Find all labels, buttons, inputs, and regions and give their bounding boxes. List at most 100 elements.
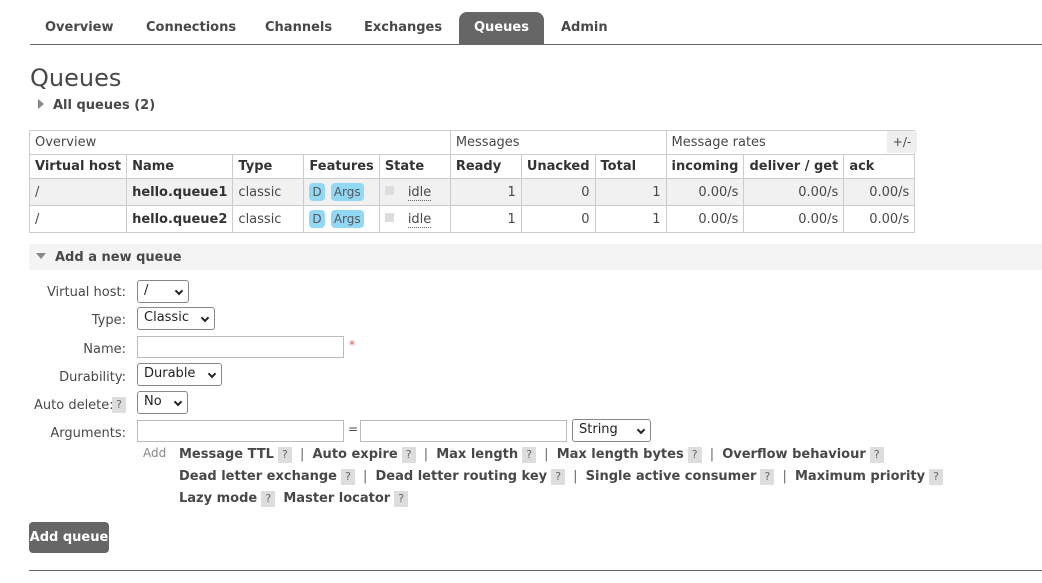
cell-deliver-get: 0.00/s [743, 178, 845, 206]
cell-total: 1 [594, 178, 667, 206]
cell-unacked: 0 [520, 178, 596, 206]
table-row: / hello.queue1 classic D Args idle 1 0 1… [28, 178, 916, 206]
separator: | [709, 447, 715, 462]
tab-connections[interactable]: Connections [131, 12, 251, 44]
col-ack[interactable]: ack [843, 154, 916, 179]
expand-arrow-icon [38, 99, 44, 109]
chevron-down-icon [173, 397, 183, 407]
col-incoming[interactable]: incoming [665, 154, 745, 179]
tab-overview[interactable]: Overview [30, 12, 129, 44]
add-queue-section-header[interactable]: Add a new queue [29, 244, 1042, 270]
argument-key-input[interactable] [137, 420, 344, 442]
footer-divider [29, 570, 1042, 571]
arg-auto-expire-link[interactable]: Auto expire [313, 447, 398, 462]
arg-dead-letter-exchange-link[interactable]: Dead letter exchange [179, 469, 337, 484]
queue-name-link[interactable]: hello.queue1 [132, 185, 227, 200]
col-ready[interactable]: Ready [449, 154, 522, 179]
name-input[interactable] [137, 336, 344, 358]
state-label: idle [407, 211, 432, 228]
argument-value-input[interactable] [360, 420, 567, 442]
help-icon[interactable]: ? [340, 469, 355, 485]
col-state[interactable]: State [378, 154, 451, 179]
argument-shortcuts-line-3: Lazy mode? Master locator? [179, 491, 412, 507]
cell-name[interactable]: hello.queue2 [126, 205, 234, 233]
argument-type-select[interactable]: String [572, 419, 651, 442]
arg-master-locator-link[interactable]: Master locator [283, 491, 390, 506]
arg-max-length-bytes-link[interactable]: Max length bytes [557, 447, 684, 462]
tab-exchanges[interactable]: Exchanges [349, 12, 457, 44]
help-icon[interactable]: ? [929, 469, 944, 485]
help-icon[interactable]: ? [261, 491, 276, 507]
vhost-select[interactable]: / [137, 280, 189, 303]
arguments-label: Arguments: [50, 426, 126, 441]
col-features[interactable]: Features [303, 154, 380, 179]
cell-state: idle [378, 178, 451, 206]
col-name[interactable]: Name [126, 154, 234, 179]
type-select[interactable]: Classic [137, 307, 215, 330]
chevron-down-icon [636, 425, 646, 435]
state-indicator-icon [384, 212, 394, 222]
queues-table: Overview Messages Message rates Virtual … [28, 130, 916, 233]
cell-features: D Args [303, 178, 380, 206]
cell-ack: 0.00/s [843, 205, 916, 233]
auto-delete-label: Auto delete: [34, 398, 114, 413]
durability-select[interactable]: Durable [137, 363, 222, 386]
help-icon[interactable]: ? [401, 447, 416, 463]
queue-name-link[interactable]: hello.queue2 [132, 212, 227, 227]
main-nav: Overview Connections Channels Exchanges … [30, 12, 1042, 45]
argument-type-select-value: String [579, 422, 618, 437]
col-total[interactable]: Total [594, 154, 667, 179]
help-icon[interactable]: ? [869, 447, 884, 463]
add-queue-button[interactable]: Add queue [29, 522, 109, 553]
durability-select-value: Durable [144, 366, 196, 381]
add-argument-label: Add [143, 446, 167, 460]
group-header-message-rates: Message rates [665, 130, 916, 155]
arg-message-ttl-link[interactable]: Message TTL [179, 447, 274, 462]
help-icon[interactable]: ? [522, 447, 537, 463]
arg-lazy-mode-link[interactable]: Lazy mode [179, 491, 257, 506]
all-queues-label: All queues (2) [53, 98, 156, 113]
tab-channels[interactable]: Channels [250, 12, 347, 44]
durability-label: Durability: [59, 370, 126, 385]
cell-ready: 1 [449, 205, 522, 233]
help-icon[interactable]: ? [277, 447, 292, 463]
arg-overflow-behaviour-link[interactable]: Overflow behaviour [722, 447, 866, 462]
col-type[interactable]: Type [232, 154, 305, 179]
arg-single-active-consumer-link[interactable]: Single active consumer [586, 469, 757, 484]
separator: | [544, 447, 549, 462]
help-icon[interactable]: ? [760, 469, 775, 485]
auto-delete-select[interactable]: No [137, 391, 188, 414]
type-select-value: Classic [144, 310, 189, 325]
required-marker: * [349, 338, 355, 352]
col-unacked[interactable]: Unacked [520, 154, 596, 179]
separator: | [299, 447, 305, 462]
type-label: Type: [91, 313, 126, 328]
arg-max-length-link[interactable]: Max length [436, 447, 518, 462]
arg-dead-letter-routing-key-link[interactable]: Dead letter routing key [376, 469, 548, 484]
table-row: / hello.queue2 classic D Args idle 1 0 1… [28, 205, 916, 233]
column-toggle-button[interactable]: +/- [887, 131, 917, 153]
col-virtual-host[interactable]: Virtual host [28, 154, 128, 179]
help-icon[interactable]: ? [551, 469, 566, 485]
tab-admin[interactable]: Admin [546, 12, 623, 44]
col-deliver-get[interactable]: deliver / get [743, 154, 845, 179]
cell-name[interactable]: hello.queue1 [126, 178, 234, 206]
all-queues-toggle[interactable]: All queues (2) [38, 98, 155, 113]
help-icon[interactable]: ? [687, 447, 702, 463]
args-badge: Args [330, 183, 364, 201]
cell-vhost: / [28, 205, 128, 233]
argument-shortcuts-line-2: Dead letter exchange? | Dead letter routi… [179, 469, 947, 485]
chevron-down-icon [200, 313, 210, 323]
auto-delete-select-value: No [144, 394, 162, 409]
name-label: Name: [83, 342, 126, 357]
add-queue-toggle[interactable]: Add a new queue [36, 250, 182, 265]
cell-state: idle [378, 205, 451, 233]
separator: | [782, 469, 787, 484]
help-icon[interactable]: ? [394, 491, 409, 507]
cell-incoming: 0.00/s [665, 205, 745, 233]
vhost-select-value: / [144, 283, 149, 298]
separator: | [362, 469, 368, 484]
arg-maximum-priority-link[interactable]: Maximum priority [795, 469, 925, 484]
tab-queues[interactable]: Queues [459, 12, 544, 44]
auto-delete-help-icon[interactable]: ? [112, 397, 126, 413]
